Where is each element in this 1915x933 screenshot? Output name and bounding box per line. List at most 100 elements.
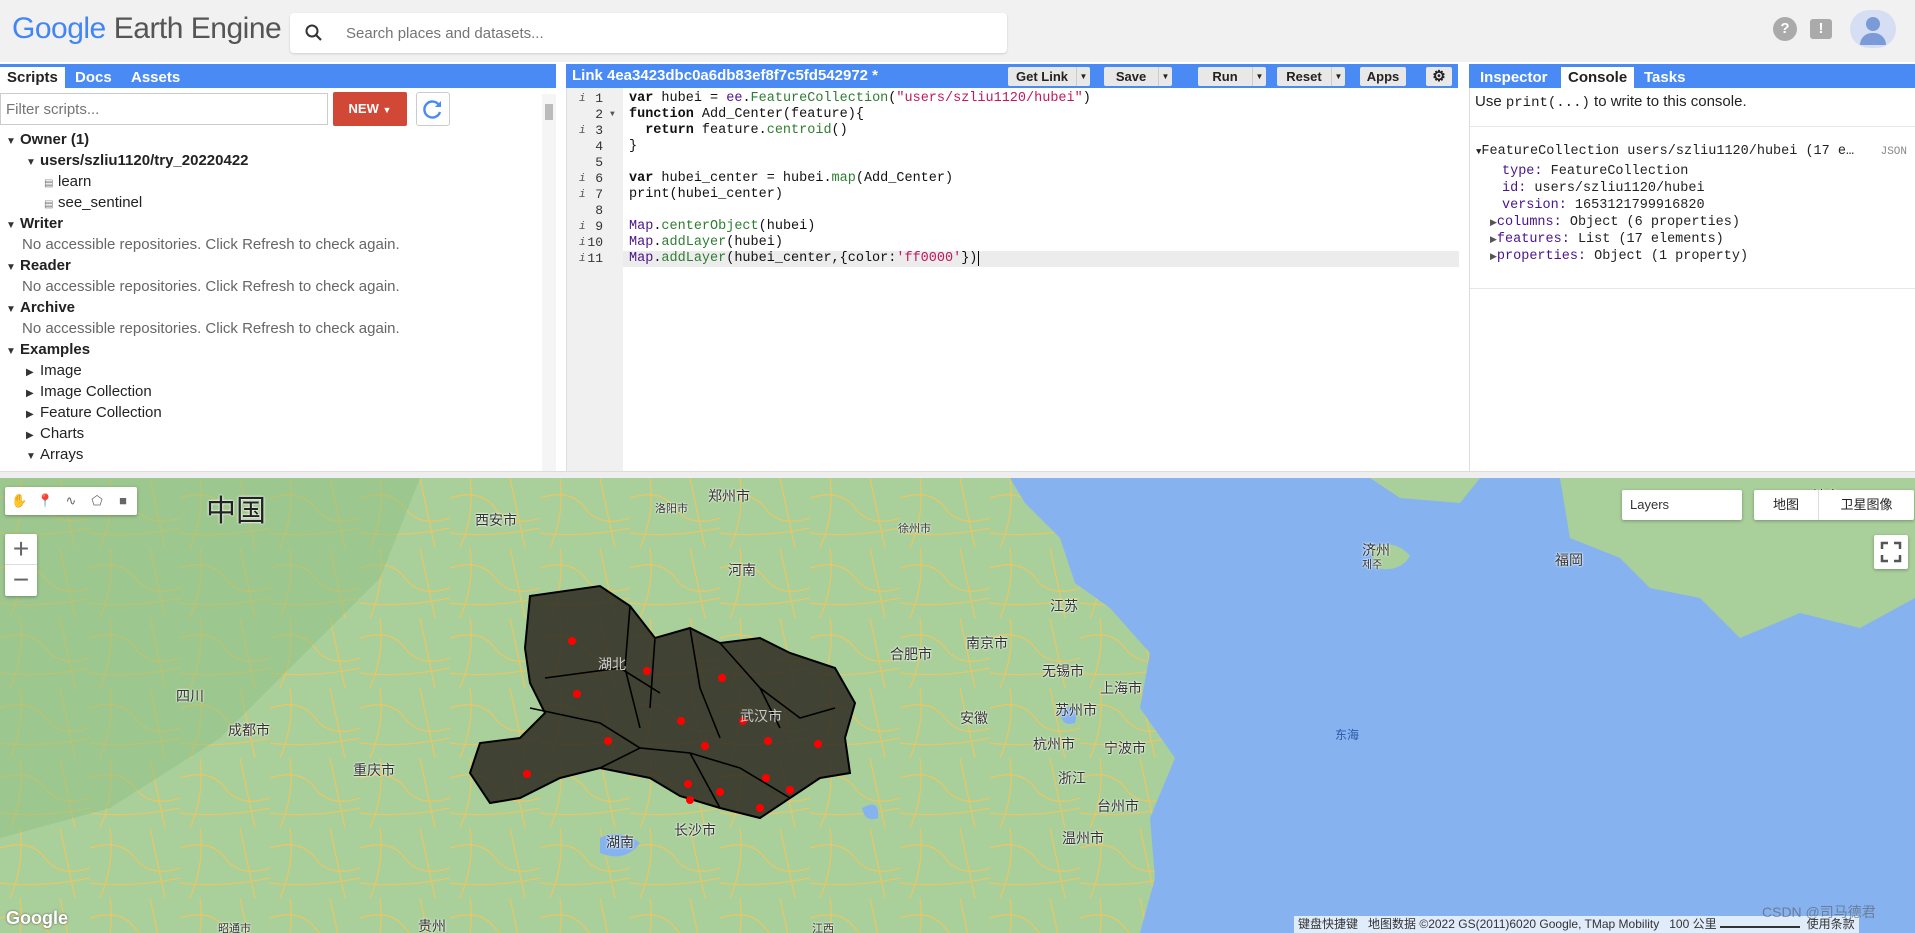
tree-item-folder[interactable]: ▼ Arrays (26, 445, 83, 465)
code-line[interactable]: Map.addLayer(hubei_center,{color:'ff0000… (629, 251, 980, 267)
console-object-header[interactable]: ▼FeatureCollection users/szliu1120/hubei… (1476, 144, 1854, 160)
info-icon[interactable]: i (579, 235, 586, 251)
info-icon[interactable]: i (579, 251, 586, 267)
fold-arrow-icon[interactable]: ▼ (610, 107, 615, 123)
code-line[interactable]: Map.addLayer(hubei) (629, 235, 783, 251)
map-place-label: 苏州市 (1055, 702, 1097, 718)
hint-code: print(...) (1505, 95, 1590, 111)
tree-item-label: Charts (40, 425, 85, 442)
tab-tasks[interactable]: Tasks (1637, 67, 1692, 88)
refresh-button[interactable] (416, 92, 450, 126)
collapse-triangle-icon[interactable]: ▶ (1490, 252, 1497, 262)
script-title[interactable]: Link 4ea3423dbc0a6db83ef8f7c5fd542972 * (572, 67, 878, 84)
rectangle-icon[interactable]: ■ (115, 493, 131, 509)
reset-label: Reset (1286, 69, 1322, 84)
scale-bar[interactable]: 100 公里 (1669, 917, 1716, 931)
collapse-triangle-icon[interactable]: ▶ (1490, 218, 1497, 228)
console-property-row[interactable]: ▶properties: Object (1 property) (1490, 249, 1748, 265)
scrollbar[interactable] (542, 94, 556, 471)
map-type-satellite-button[interactable]: 卫星图像 (1818, 490, 1914, 520)
tree-item-folder[interactable]: ▶ Charts (26, 424, 84, 444)
fullscreen-button[interactable] (1874, 535, 1908, 569)
help-icon[interactable]: ? (1773, 17, 1797, 41)
code-line[interactable]: } (629, 139, 637, 155)
tree-item-repo[interactable]: ▼ users/szliu1120/try_20220422 (26, 151, 249, 171)
save-button[interactable]: Save ▼ (1104, 67, 1172, 86)
info-icon[interactable]: i (579, 91, 586, 107)
tree-item-header[interactable]: ▼ Archive (6, 298, 75, 318)
tree-item-file[interactable]: ▤ see_sentinel (44, 193, 142, 213)
tree-item-folder[interactable]: ▶ Image Collection (26, 382, 152, 402)
tree-item-label: Arrays (40, 446, 84, 463)
tab-inspector[interactable]: Inspector (1473, 67, 1555, 88)
earth-engine-logo[interactable]: Google Earth Engine (12, 12, 282, 46)
zoom-in-button[interactable]: + (5, 534, 37, 564)
zoom-control: + − (5, 534, 37, 596)
info-icon[interactable]: i (579, 219, 586, 235)
tab-console[interactable]: Console (1561, 67, 1635, 88)
filter-scripts-input[interactable] (0, 93, 328, 125)
line-icon[interactable]: ∿ (63, 493, 79, 509)
dropdown-arrow-icon[interactable]: ▼ (1252, 67, 1266, 86)
zoom-out-button[interactable]: − (5, 564, 37, 595)
panel-splitter[interactable] (0, 471, 1915, 478)
get-link-label: Get Link (1015, 69, 1068, 84)
property-key: id: (1502, 181, 1527, 196)
map-place-label: 郑州市 (708, 488, 750, 504)
pan-hand-icon[interactable]: ✋ (11, 493, 27, 509)
code-editor[interactable]: i 1 ▼ 2 i 3 4 5 i 6 i 7 8 i 9 i 10 i 11 var hubei = ee.Fea… (566, 88, 1459, 471)
tab-assets[interactable]: Assets (124, 67, 187, 88)
collapse-triangle-icon: ▶ (26, 367, 34, 378)
collapse-triangle-icon[interactable]: ▶ (1490, 235, 1497, 245)
polygon-icon[interactable]: ⬠ (89, 493, 105, 509)
tree-item-header[interactable]: ▼ Examples (6, 340, 90, 360)
apps-button[interactable]: Apps (1360, 67, 1406, 86)
tree-item-folder[interactable]: ▶ Image (26, 361, 82, 381)
gear-icon[interactable]: ⚙ (1426, 67, 1452, 86)
tree-item-header[interactable]: ▼ Writer (6, 214, 63, 234)
dropdown-arrow-icon[interactable]: ▼ (1158, 67, 1172, 86)
property-value: users/szliu1120/hubei (1534, 181, 1705, 196)
tab-scripts[interactable]: Scripts (0, 67, 65, 88)
console-property-row[interactable]: ▶features: List (17 elements) (1490, 232, 1724, 248)
dropdown-arrow-icon[interactable]: ▼ (1331, 67, 1345, 86)
marker-icon[interactable]: 📍 (37, 493, 53, 509)
centroid-point (762, 774, 770, 782)
new-button[interactable]: NEW ▼ (333, 92, 407, 126)
json-button[interactable]: JSON (1881, 146, 1907, 158)
code-line[interactable]: return feature.centroid() (629, 123, 848, 139)
code-line[interactable]: var hubei = ee.FeatureCollection("users/… (629, 91, 1091, 107)
search-input[interactable] (346, 22, 986, 44)
dropdown-arrow-icon[interactable]: ▼ (1076, 67, 1090, 86)
run-button[interactable]: Run ▼ (1198, 67, 1266, 86)
map-type-map-button[interactable]: 地图 (1754, 490, 1818, 520)
info-icon[interactable]: i (579, 123, 586, 139)
keyboard-shortcuts-link[interactable]: 键盘快捷键 (1298, 917, 1358, 931)
hint-suffix: to write to this console. (1594, 93, 1747, 110)
map-place-label: 合肥市 (890, 646, 932, 662)
tab-docs[interactable]: Docs (68, 67, 119, 88)
info-icon[interactable]: i (579, 171, 586, 187)
tree-item-label: Image (40, 362, 82, 379)
map-view[interactable]: 中国 西安市 洛阳市 郑州市 徐州市 河南 江苏 合肥市 南京市 无锡市 上海市 苏州市 安徽 杭州市 宁波… (0, 478, 1915, 933)
tree-item-folder[interactable]: ▶ Feature Collection (26, 403, 162, 423)
info-icon[interactable]: i (579, 187, 586, 203)
layers-button[interactable]: Layers (1622, 490, 1742, 520)
console-property-row: id: users/szliu1120/hubei (1502, 181, 1705, 197)
get-link-button[interactable]: Get Link ▼ (1008, 67, 1090, 86)
search-box[interactable] (290, 13, 1007, 53)
account-avatar[interactable] (1850, 10, 1896, 48)
code-line[interactable]: Map.centerObject(hubei) (629, 219, 815, 235)
reset-button[interactable]: Reset ▼ (1277, 67, 1345, 86)
tree-item-message: No accessible repositories. Click Refres… (22, 235, 400, 255)
tree-item-header[interactable]: ▼ Reader (6, 256, 71, 276)
tree-item-header[interactable]: ▼ Owner (1) (6, 130, 89, 150)
map-place-label: 台州市 (1097, 798, 1139, 814)
console-property-row[interactable]: ▶columns: Object (6 properties) (1490, 215, 1740, 231)
code-line[interactable]: print(hubei_center) (629, 187, 783, 203)
tree-item-file[interactable]: ▤ learn (44, 172, 91, 192)
code-line[interactable]: function Add_Center(feature){ (629, 107, 864, 123)
code-line[interactable]: var hubei_center = hubei.map(Add_Center) (629, 171, 953, 187)
centroid-point (523, 770, 531, 778)
feedback-icon[interactable]: ! (1810, 19, 1832, 39)
